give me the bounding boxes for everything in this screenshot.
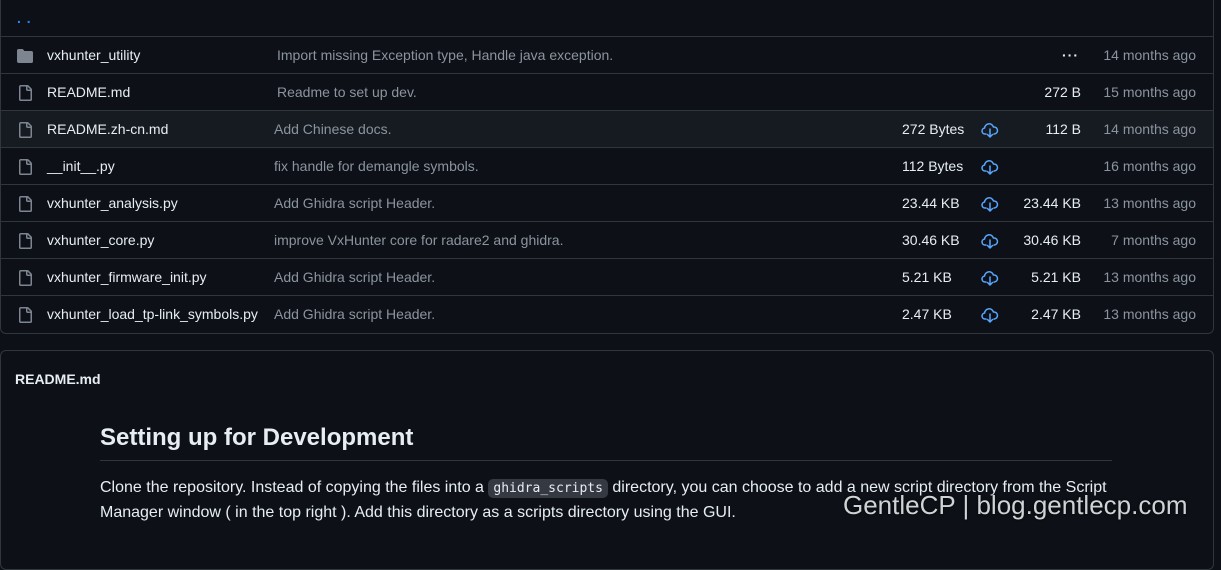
file-size-bytes: 30.46 KB — [902, 232, 960, 248]
file-icon — [17, 185, 33, 222]
readme-code: ghidra_scripts — [488, 479, 608, 498]
file-icon — [17, 259, 33, 296]
file-row[interactable]: __init__.py fix handle for demangle symbo… — [1, 148, 1213, 185]
file-icon — [17, 222, 33, 259]
file-row[interactable]: README.md Readme to set up dev. 272 B 15 mo… — [1, 74, 1213, 111]
file-name-link[interactable]: vxhunter_firmware_init.py — [47, 259, 207, 296]
file-icon — [17, 296, 33, 333]
more-dots[interactable]: ··· — [1062, 37, 1079, 74]
file-name-link[interactable]: vxhunter_core.py — [47, 222, 154, 259]
commit-date: 13 months ago — [1103, 195, 1196, 211]
file-name-link[interactable]: README.md — [47, 74, 130, 111]
file-name-link[interactable]: vxhunter_load_tp-link_symbols.py — [47, 296, 258, 333]
commit-date: 15 months ago — [1103, 84, 1196, 100]
download-cloud-icon[interactable] — [981, 222, 999, 259]
file-size: 112 B — [1045, 121, 1081, 137]
file-name-link[interactable]: __init__.py — [47, 148, 115, 185]
file-size-bytes: 112 Bytes — [902, 158, 964, 174]
file-icon — [17, 111, 33, 148]
readme-title[interactable]: README.md — [15, 371, 101, 387]
file-row[interactable]: vxhunter_firmware_init.py Add Ghidra scri… — [1, 259, 1213, 296]
file-size: 272 B — [1044, 84, 1081, 100]
file-size: 5.21 KB — [1031, 269, 1081, 285]
commit-date: 14 months ago — [1103, 121, 1196, 137]
download-cloud-icon[interactable] — [981, 148, 999, 185]
commit-message-link[interactable]: Import missing Exception type, Handle ja… — [277, 37, 613, 74]
readme-text-before: Clone the repository. Instead of copying… — [100, 479, 489, 496]
commit-date: 13 months ago — [1103, 269, 1196, 285]
commit-message-link[interactable]: Add Ghidra script Header. — [274, 296, 435, 333]
file-row[interactable]: README.zh-cn.md Add Chinese docs. 272 Byte… — [1, 111, 1213, 148]
file-row[interactable]: vxhunter_core.py improve VxHunter core fo… — [1, 222, 1213, 259]
file-size-bytes: 2.47 KB — [902, 306, 952, 322]
file-size: 2.47 KB — [1031, 306, 1081, 322]
commit-date: 16 months ago — [1103, 158, 1196, 174]
watermark: GentleCP | blog.gentlecp.com — [843, 490, 1188, 520]
commit-date: 13 months ago — [1103, 306, 1196, 322]
file-size-bytes: 272 Bytes — [902, 121, 965, 137]
commit-message-link[interactable]: Readme to set up dev. — [277, 74, 417, 111]
commit-message-link[interactable]: Add Ghidra script Header. — [274, 185, 435, 222]
download-cloud-icon[interactable] — [981, 111, 999, 148]
file-list: . . vxhunter_utility Import missing Excep… — [0, 0, 1214, 334]
download-cloud-icon[interactable] — [981, 296, 999, 333]
file-icon — [17, 74, 33, 111]
commit-message-link[interactable]: fix handle for demangle symbols. — [274, 148, 479, 185]
commit-message-link[interactable]: Add Ghidra script Header. — [274, 259, 435, 296]
file-size: 23.44 KB — [1023, 195, 1081, 211]
file-row[interactable]: vxhunter_analysis.py Add Ghidra script He… — [1, 185, 1213, 222]
readme-heading: Setting up for Development — [100, 424, 1112, 461]
file-size: 30.46 KB — [1023, 232, 1081, 248]
file-rows: vxhunter_utility Import missing Exception… — [1, 37, 1213, 333]
file-row[interactable]: vxhunter_load_tp-link_symbols.py Add Ghid… — [1, 296, 1213, 333]
commit-message-link[interactable]: Add Chinese docs. — [274, 111, 392, 148]
file-row[interactable]: vxhunter_utility Import missing Exception… — [1, 37, 1213, 74]
commit-date: 14 months ago — [1103, 47, 1196, 63]
download-cloud-icon[interactable] — [981, 259, 999, 296]
readme-panel: README.md Setting up for Development Clo… — [0, 350, 1214, 570]
download-cloud-icon[interactable] — [981, 185, 999, 222]
file-size-bytes: 23.44 KB — [902, 195, 960, 211]
folder-icon — [17, 37, 33, 74]
parent-directory-row[interactable]: . . — [1, 0, 1213, 37]
file-size-bytes: 5.21 KB — [902, 269, 952, 285]
file-name-link[interactable]: vxhunter_utility — [47, 37, 140, 74]
file-icon — [17, 148, 33, 185]
file-name-link[interactable]: vxhunter_analysis.py — [47, 185, 178, 222]
commit-message-link[interactable]: improve VxHunter core for radare2 and gh… — [274, 222, 563, 259]
parent-directory-link[interactable]: . . — [17, 10, 32, 26]
file-name-link[interactable]: README.zh-cn.md — [47, 111, 168, 148]
commit-date: 7 months ago — [1111, 232, 1196, 248]
